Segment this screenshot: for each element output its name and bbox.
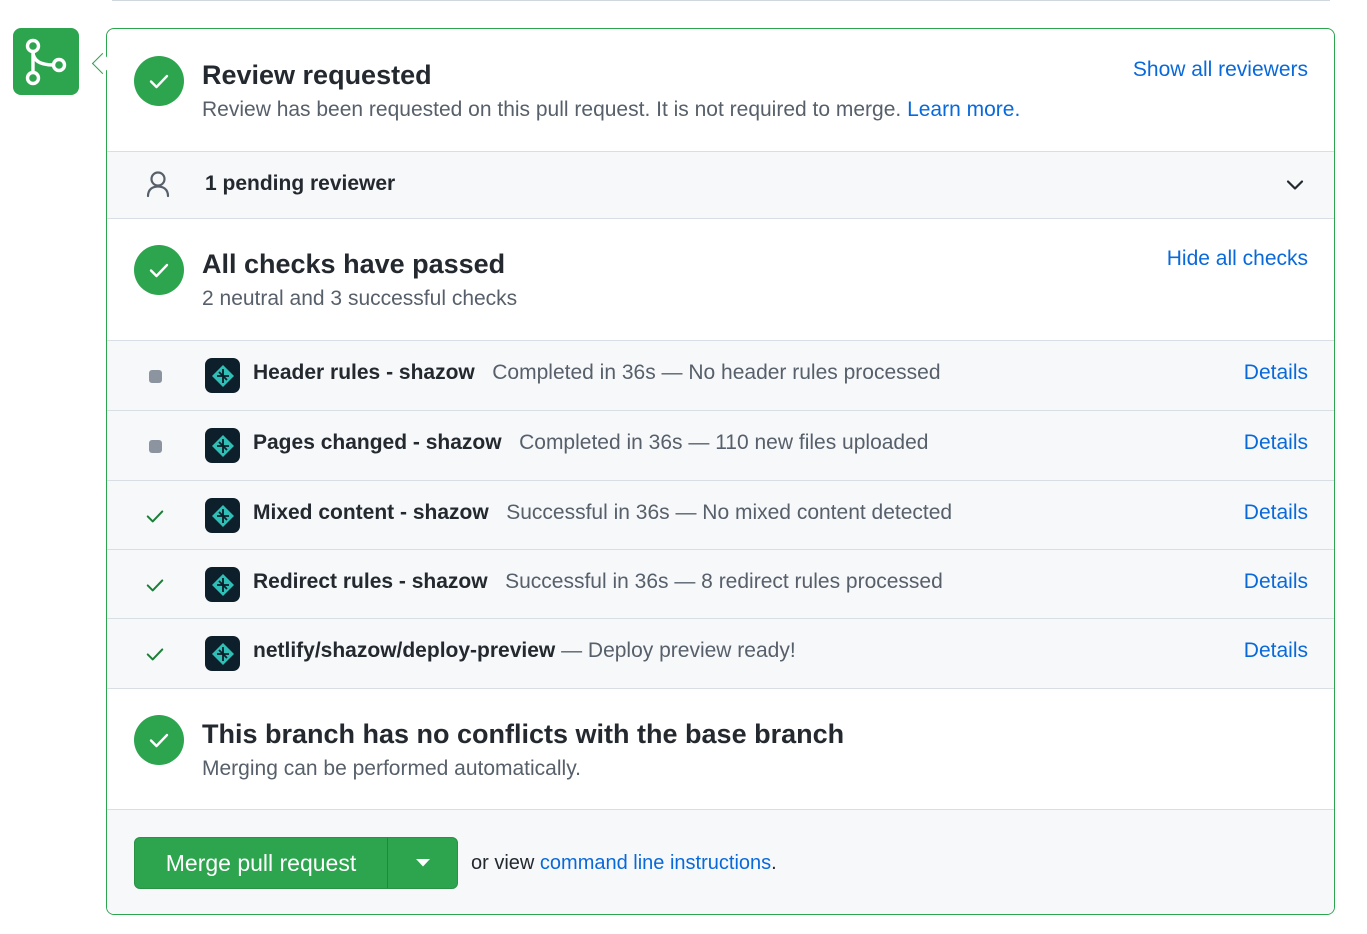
review-subtitle-text: Review has been requested on this pull r… [202,98,902,121]
conflicts-title: This branch has no conflicts with the ba… [202,719,845,749]
details-link[interactable]: Details [1244,570,1308,594]
check-row: netlify/shazow/deploy-preview — Deploy p… [107,619,1334,688]
check-name: netlify/shazow/deploy-preview [253,639,556,662]
checks-check-icon [134,245,184,295]
caret-down-icon [415,859,430,867]
review-section: Review requested Review has been request… [107,29,1334,152]
timeline-divider [112,0,1330,1]
merge-footer: Merge pull request or view command line … [107,810,1334,914]
check-text: netlify/shazow/deploy-preview — Deploy p… [253,639,796,663]
netlify-icon [205,567,240,602]
check-description: — Deploy preview ready! [561,639,796,662]
neutral-status-icon [145,366,165,386]
netlify-icon [205,358,240,393]
merge-options-dropdown[interactable] [388,838,457,888]
success-check-icon [145,575,165,595]
or-view-text: or view [471,852,535,874]
conflicts-check-icon [134,715,184,765]
show-all-reviewers-link[interactable]: Show all reviewers [1133,58,1308,82]
merge-status-panel: Review requested Review has been request… [106,28,1335,915]
details-link[interactable]: Details [1244,431,1308,455]
netlify-icon [205,498,240,533]
git-merge-icon [13,28,79,95]
details-link[interactable]: Details [1244,639,1308,663]
details-link[interactable]: Details [1244,501,1308,525]
success-check-icon [145,644,165,664]
check-description: Completed in 36s — 110 new files uploade… [519,431,929,454]
check-description: Successful in 36s — 8 redirect rules pro… [505,570,943,593]
check-row: Mixed content - shazow Successful in 36s… [107,481,1334,550]
check-row: Pages changed - shazow Completed in 36s … [107,411,1334,480]
check-description: Successful in 36s — No mixed content det… [506,501,953,524]
details-link[interactable]: Details [1244,361,1308,385]
check-text: Redirect rules - shazow Successful in 36… [253,570,943,594]
check-text: Pages changed - shazow Completed in 36s … [253,431,928,455]
check-text: Header rules - shazow Completed in 36s —… [253,361,941,385]
merge-pull-request-button[interactable]: Merge pull request [135,838,387,888]
check-description: Completed in 36s — No header rules proce… [492,361,941,384]
learn-more-link[interactable]: Learn more [907,98,1014,121]
footer-period: . [771,852,777,874]
conflicts-section: This branch has no conflicts with the ba… [107,689,1334,809]
review-check-icon [134,56,184,106]
check-name: Mixed content - shazow [253,501,489,524]
person-icon [145,170,171,203]
hide-all-checks-link[interactable]: Hide all checks [1167,247,1308,271]
checks-section: All checks have passed 2 neutral and 3 s… [107,219,1334,341]
chevron-down-icon[interactable] [1284,174,1306,201]
netlify-icon [205,636,240,671]
netlify-icon [205,428,240,463]
check-row: Redirect rules - shazow Successful in 36… [107,550,1334,619]
checks-subtitle: 2 neutral and 3 successful checks [202,287,518,310]
merge-button-group: Merge pull request [134,837,458,889]
check-text: Mixed content - shazow Successful in 36s… [253,501,952,525]
check-name: Header rules - shazow [253,361,475,384]
pending-reviewer-label: 1 pending reviewer [205,172,396,195]
learn-more-period: . [1014,98,1021,121]
success-check-icon [145,506,165,526]
pending-reviewer-row[interactable]: 1 pending reviewer [107,152,1334,218]
check-name: Redirect rules - shazow [253,570,488,593]
review-subtitle: Review has been requested on this pull r… [202,98,1020,122]
check-row: Header rules - shazow Completed in 36s —… [107,341,1334,410]
conflicts-subtitle: Merging can be performed automatically. [202,757,581,780]
check-name: Pages changed - shazow [253,431,502,454]
neutral-status-icon [145,436,165,456]
checks-title: All checks have passed [202,249,506,279]
command-line-hint: or view command line instructions. [471,852,777,875]
command-line-instructions-link[interactable]: command line instructions [540,852,771,874]
review-title: Review requested [202,60,432,90]
